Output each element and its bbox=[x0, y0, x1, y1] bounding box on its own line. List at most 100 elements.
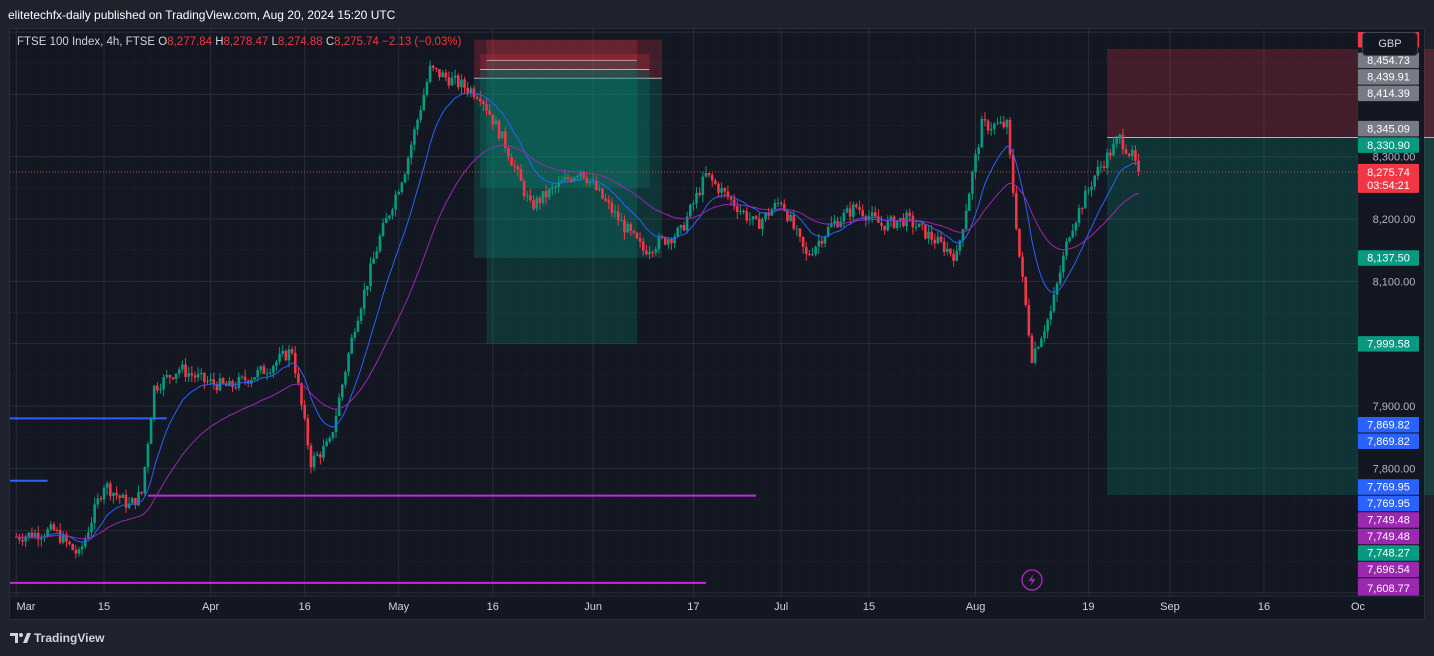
candle-body bbox=[714, 180, 717, 184]
candle-body bbox=[732, 199, 736, 207]
price-tag-label: 8,345.09 bbox=[1367, 123, 1410, 135]
time-tick-label: Jun bbox=[584, 601, 602, 613]
candle bbox=[184, 357, 187, 382]
symbol-legend: FTSE 100 Index, 4h, FTSE O8,277.84 H8,27… bbox=[17, 36, 461, 48]
candle-body bbox=[74, 549, 78, 554]
time-tick-label: 15 bbox=[863, 601, 875, 613]
candle bbox=[124, 489, 128, 513]
candle-body bbox=[1102, 166, 1106, 169]
candle-body bbox=[723, 188, 727, 192]
candle bbox=[745, 207, 748, 224]
candle bbox=[952, 249, 955, 267]
candle-body bbox=[566, 176, 570, 179]
candle bbox=[388, 214, 391, 221]
time-tick-label: 16 bbox=[1258, 601, 1270, 613]
candle-body bbox=[293, 352, 297, 374]
candle-body bbox=[632, 230, 636, 233]
candle bbox=[873, 206, 877, 219]
candle bbox=[830, 216, 833, 228]
candle-body bbox=[814, 246, 817, 255]
candle-body bbox=[450, 77, 454, 86]
candle bbox=[372, 251, 375, 264]
tradingview-brand[interactable]: TradingView bbox=[34, 631, 104, 645]
candle bbox=[1033, 341, 1037, 365]
candle-body bbox=[1011, 154, 1015, 193]
candle-body bbox=[403, 174, 407, 183]
price-tick-label: 7,800.00 bbox=[1373, 463, 1416, 475]
candle-body bbox=[174, 373, 178, 379]
candle bbox=[999, 116, 1002, 125]
candle-body bbox=[638, 238, 642, 242]
candle bbox=[679, 224, 683, 235]
candle bbox=[682, 221, 686, 232]
candle bbox=[710, 172, 714, 188]
candle-body bbox=[149, 418, 153, 444]
time-tick-label: 19 bbox=[1082, 601, 1094, 613]
candle-body bbox=[366, 285, 369, 290]
candle bbox=[435, 67, 438, 73]
candle bbox=[90, 517, 93, 539]
candle bbox=[751, 215, 755, 226]
candle bbox=[438, 69, 441, 81]
candle-body bbox=[811, 254, 814, 256]
candle-body bbox=[820, 240, 824, 244]
candle bbox=[870, 205, 874, 223]
price-tag: 7,748.27 bbox=[1358, 545, 1419, 561]
candle bbox=[707, 172, 711, 178]
candle bbox=[1049, 305, 1053, 325]
candle-body bbox=[538, 197, 542, 203]
candle-body bbox=[268, 372, 272, 374]
candlestick-chart[interactable]: 8,300.00 8,200.00 8,100.00 7,900.00 7,800.00… bbox=[0, 0, 1434, 656]
candle-body bbox=[657, 236, 661, 250]
price-tag-label: 7,769.95 bbox=[1367, 482, 1410, 494]
tradingview-logo-icon[interactable] bbox=[10, 631, 32, 645]
candle bbox=[886, 215, 890, 232]
candle-body bbox=[598, 188, 601, 190]
candle-body bbox=[52, 524, 56, 530]
candle-body bbox=[87, 532, 90, 539]
candle-body bbox=[488, 110, 491, 115]
candle-body bbox=[924, 224, 927, 239]
candle bbox=[325, 438, 328, 447]
candle-body bbox=[917, 223, 921, 228]
candle bbox=[456, 73, 460, 91]
candle bbox=[143, 466, 147, 496]
open-label: O bbox=[158, 36, 168, 48]
candle-body bbox=[920, 223, 924, 225]
candle-body bbox=[532, 200, 535, 209]
candle bbox=[344, 370, 347, 389]
lightning-icon[interactable] bbox=[1021, 569, 1043, 591]
candle-body bbox=[751, 216, 755, 220]
candle bbox=[739, 204, 742, 216]
candle bbox=[814, 245, 817, 257]
candle bbox=[848, 201, 852, 224]
candle bbox=[165, 370, 169, 379]
candle-body bbox=[927, 231, 930, 239]
candle-body bbox=[585, 177, 589, 184]
candle-body bbox=[989, 128, 993, 131]
candle bbox=[196, 367, 200, 382]
candle bbox=[24, 534, 27, 548]
candle bbox=[378, 233, 382, 254]
candle-body bbox=[494, 120, 498, 125]
candle bbox=[450, 71, 454, 87]
candle-body bbox=[648, 252, 651, 255]
candle bbox=[27, 532, 31, 541]
candle-body bbox=[999, 121, 1002, 124]
candle-body bbox=[369, 263, 372, 286]
currency-button[interactable]: GBP bbox=[1362, 32, 1418, 56]
close-value: 8,275.74 bbox=[334, 36, 379, 48]
candle bbox=[996, 117, 999, 125]
candle-body bbox=[735, 206, 739, 213]
candle-body bbox=[441, 72, 444, 78]
candle-body bbox=[980, 118, 984, 148]
candle bbox=[977, 143, 980, 161]
time-tick-label: Mar bbox=[17, 601, 36, 613]
candle bbox=[867, 210, 871, 225]
candle bbox=[986, 118, 990, 135]
price-tag: 7,999.58 bbox=[1358, 336, 1419, 352]
candle-body bbox=[707, 172, 711, 176]
candle bbox=[181, 360, 184, 373]
candle-body bbox=[469, 88, 473, 93]
candle-body bbox=[942, 241, 946, 252]
